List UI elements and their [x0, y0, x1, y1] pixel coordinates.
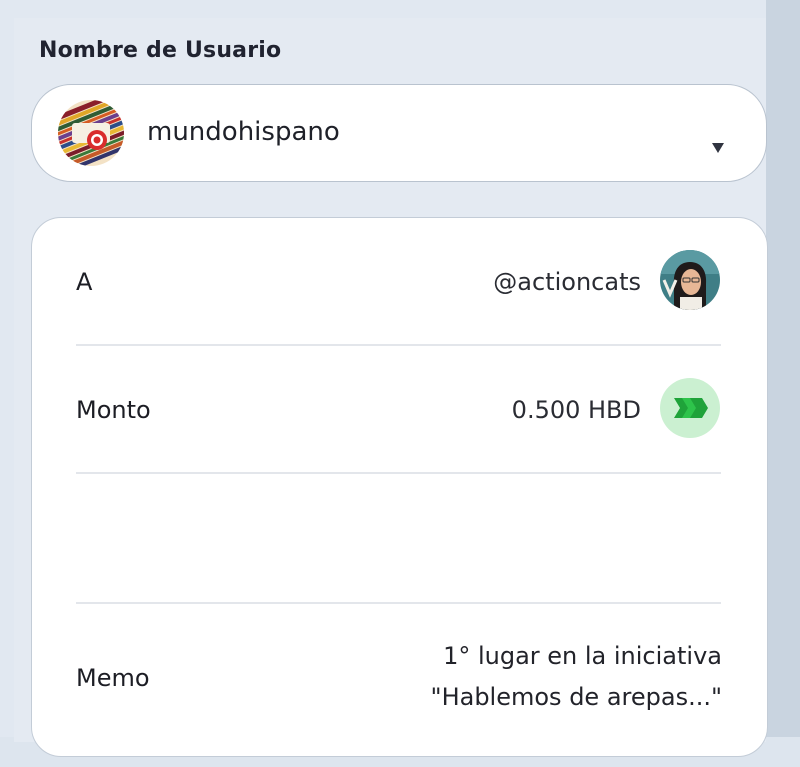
account-selector[interactable]: mundohispano: [31, 84, 767, 182]
amount-value: 0.500 HBD: [511, 396, 641, 424]
mundohispano-logo-icon: [58, 100, 124, 166]
memo-line-1: 1° lugar en la iniciativa: [443, 642, 722, 670]
memo-label: Memo: [76, 664, 150, 692]
memo-value: 1° lugar en la iniciativa "Hablemos de a…: [302, 636, 722, 718]
amount-label: Monto: [76, 396, 151, 424]
caret-down-icon[interactable]: [712, 143, 724, 153]
divider: [76, 472, 721, 474]
memo-line-2: "Hablemos de arepas...": [430, 683, 722, 711]
account-name: mundohispano: [147, 117, 340, 147]
recipient-label: A: [76, 268, 93, 296]
recipient-value: @actioncats: [493, 268, 641, 296]
user-avatar-icon: [660, 250, 720, 310]
divider: [76, 344, 721, 346]
hbd-token-icon: [660, 378, 720, 438]
divider: [76, 602, 721, 604]
username-label: Nombre de Usuario: [39, 38, 282, 63]
transfer-details-card: A @actioncats Monto 0.500 HBD Memo 1° lu…: [31, 217, 768, 757]
page-edge-strip: [766, 0, 800, 767]
